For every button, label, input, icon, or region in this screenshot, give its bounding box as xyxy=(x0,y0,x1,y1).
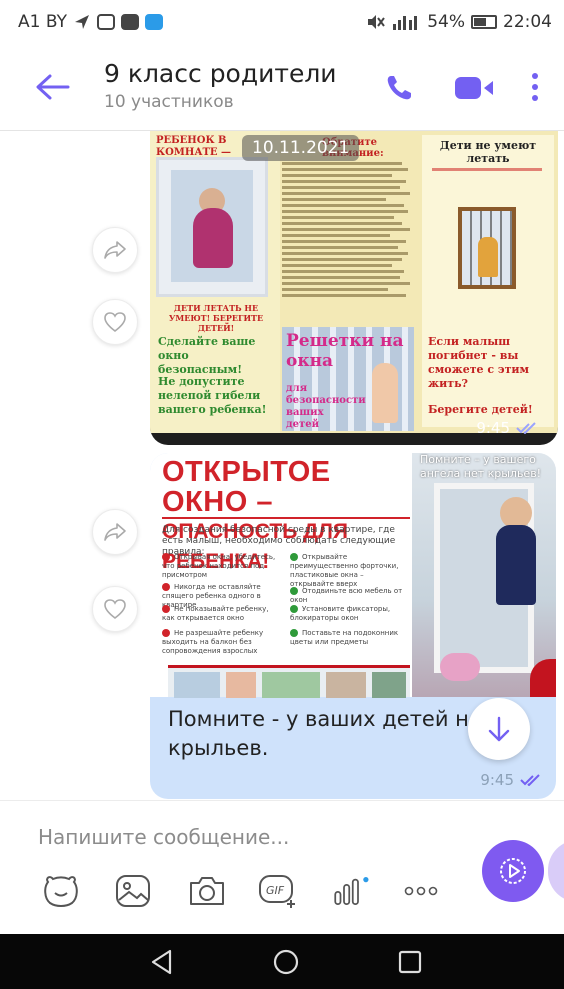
forward-button-2[interactable] xyxy=(92,509,138,555)
heart-icon xyxy=(104,312,126,333)
send-button-edge xyxy=(548,840,564,902)
more-horiz-icon xyxy=(404,886,438,896)
poster-right-text-1: Если малыш погибнет - вы сможете с этим … xyxy=(428,335,530,390)
nav-back-button[interactable] xyxy=(146,946,178,978)
forward-button-1[interactable] xyxy=(92,227,138,273)
send-video-message-button[interactable] xyxy=(482,840,544,902)
recents-square-icon xyxy=(398,950,422,974)
poster2-title-line-1: ОТКРЫТОЕ ОКНО – xyxy=(162,456,331,518)
nav-home-button[interactable] xyxy=(270,946,302,978)
message-1-time: 9:45 xyxy=(476,419,510,437)
mute-icon xyxy=(368,15,386,29)
poster-right-text-2: Берегите детей! xyxy=(428,403,533,416)
girl-at-window-photo: Помните – у вашего ангела нет крыльев! xyxy=(412,453,556,697)
rule-green-4: Поставьте на подоконник цветы или предме… xyxy=(290,629,399,646)
navigation-arrow-icon xyxy=(74,15,89,29)
sticker-icon xyxy=(44,876,78,907)
scroll-to-bottom-button[interactable] xyxy=(468,698,530,760)
double-check-icon xyxy=(520,774,540,786)
chat-title: 9 класс родители xyxy=(104,59,337,88)
heart-icon xyxy=(104,599,126,620)
poster-left-text-1: Сделайте ваше окно безопасным! xyxy=(158,335,256,376)
camera-button[interactable] xyxy=(186,870,228,912)
instagram-icon xyxy=(96,14,115,30)
rule-red-4: Не разрешайте ребенку выходить на балкон… xyxy=(162,629,264,655)
message-2-time: 9:45 xyxy=(480,771,514,789)
participants-count: 10 участников xyxy=(104,92,234,112)
poster-middle-column: Обратите внимание: xyxy=(282,137,418,327)
poster2-photo-caption: Помните – у вашего ангела нет крыльев! xyxy=(420,453,542,480)
battery-icon xyxy=(471,15,497,29)
more-vert-icon[interactable] xyxy=(530,72,540,102)
rule-green-3: Установите фиксаторы, блокираторы окон xyxy=(290,605,391,622)
gif-icon: GIF xyxy=(259,875,295,908)
carrier-label: A1 BY xyxy=(18,12,67,32)
arrow-down-icon xyxy=(488,716,510,742)
gif-button[interactable]: GIF xyxy=(258,870,300,912)
youtube-icon xyxy=(120,14,139,30)
poster-banner-subtitle: для безопасности ваших детей xyxy=(286,383,366,430)
rule-green-1: Открывайте преимущественно форточки, пла… xyxy=(290,553,399,588)
video-message-icon xyxy=(500,858,526,884)
battery-percent: 54% xyxy=(427,12,465,32)
app-notification-icon xyxy=(144,14,163,30)
back-triangle-icon xyxy=(151,949,172,975)
clock: 22:04 xyxy=(503,12,552,32)
gallery-button[interactable] xyxy=(112,870,154,912)
date-badge: 10.11.2021 xyxy=(242,135,360,161)
image-message-1[interactable]: РЕБЕНОК В КОМНАТЕ — ЗАКРОЙ ОКНО! ДЕТИ ЛЕ… xyxy=(150,131,558,445)
composer-divider xyxy=(0,800,564,801)
barred-window-illustration xyxy=(458,207,516,289)
poster-banner-title: Решетки на окна xyxy=(286,331,404,371)
video-call-icon[interactable] xyxy=(454,76,494,100)
poster-open-window-danger: ОТКРЫТОЕ ОКНО – ОПАСНОСТЬ ДЛЯ РЕБЕНКА! Д… xyxy=(150,453,556,698)
chat-header: 9 класс родители 10 участников xyxy=(0,52,564,124)
message-input[interactable] xyxy=(38,820,448,854)
more-options-button[interactable] xyxy=(400,870,442,912)
poster-right-column: Дети не умеют летать Если малыш погибнет… xyxy=(422,135,554,427)
poster-grate-banner: Решетки на окна для безопасности ваших д… xyxy=(282,327,414,431)
svg-text:GIF: GIF xyxy=(266,884,285,897)
child-at-window-photo xyxy=(156,157,268,297)
back-arrow-icon[interactable] xyxy=(34,72,70,102)
rule-red-1: Открывая окна, убедитесь, что ребенок на… xyxy=(162,553,276,579)
chat-title-block[interactable]: 9 класс родители 10 участников xyxy=(104,58,337,112)
poster2-photo-strip xyxy=(168,665,410,698)
status-left: A1 BY xyxy=(18,12,163,32)
nav-recents-button[interactable] xyxy=(394,946,426,978)
poster-left-text-2: Не допустите нелепой гибели вашего ребен… xyxy=(158,375,267,416)
camera-icon xyxy=(190,877,224,905)
forward-icon xyxy=(104,523,126,541)
system-nav-bar xyxy=(0,934,564,989)
poster-right-title: Дети не умеют летать xyxy=(439,139,537,165)
rule-green-2: Отодвиньте всю мебель от окон xyxy=(290,587,403,604)
sticker-button[interactable] xyxy=(40,870,82,912)
home-circle-icon xyxy=(273,949,299,975)
poster-left-column: РЕБЕНОК В КОМНАТЕ — ЗАКРОЙ ОКНО! ДЕТИ ЛЕ… xyxy=(150,131,280,433)
rule-red-3: Не показывайте ребенку, как открывается … xyxy=(162,605,269,622)
message-2-meta: 9:45 xyxy=(480,771,542,789)
message-1-meta: 9:45 xyxy=(476,419,538,437)
phone-icon[interactable] xyxy=(385,74,413,102)
double-check-icon xyxy=(516,422,536,434)
status-bar: A1 BY 54% 22:04 xyxy=(0,0,564,44)
forward-icon xyxy=(104,241,126,259)
poster-window-safety: РЕБЕНОК В КОМНАТЕ — ЗАКРОЙ ОКНО! ДЕТИ ЛЕ… xyxy=(150,131,558,433)
poll-icon xyxy=(334,877,369,905)
poster-left-caption: ДЕТИ ЛЕТАТЬ НЕ УМЕЮТ! БЕРЕГИТЕ ДЕТЕЙ! xyxy=(168,303,264,333)
poll-button[interactable] xyxy=(330,870,372,912)
like-button-2[interactable] xyxy=(92,586,138,632)
message-list[interactable]: РЕБЕНОК В КОМНАТЕ — ЗАКРОЙ ОКНО! ДЕТИ ЛЕ… xyxy=(0,131,564,799)
battery-level-fill xyxy=(474,18,486,26)
gallery-icon xyxy=(116,875,150,907)
signal-icon xyxy=(393,16,418,30)
status-right: 54% 22:04 xyxy=(367,12,552,32)
like-button-1[interactable] xyxy=(92,299,138,345)
